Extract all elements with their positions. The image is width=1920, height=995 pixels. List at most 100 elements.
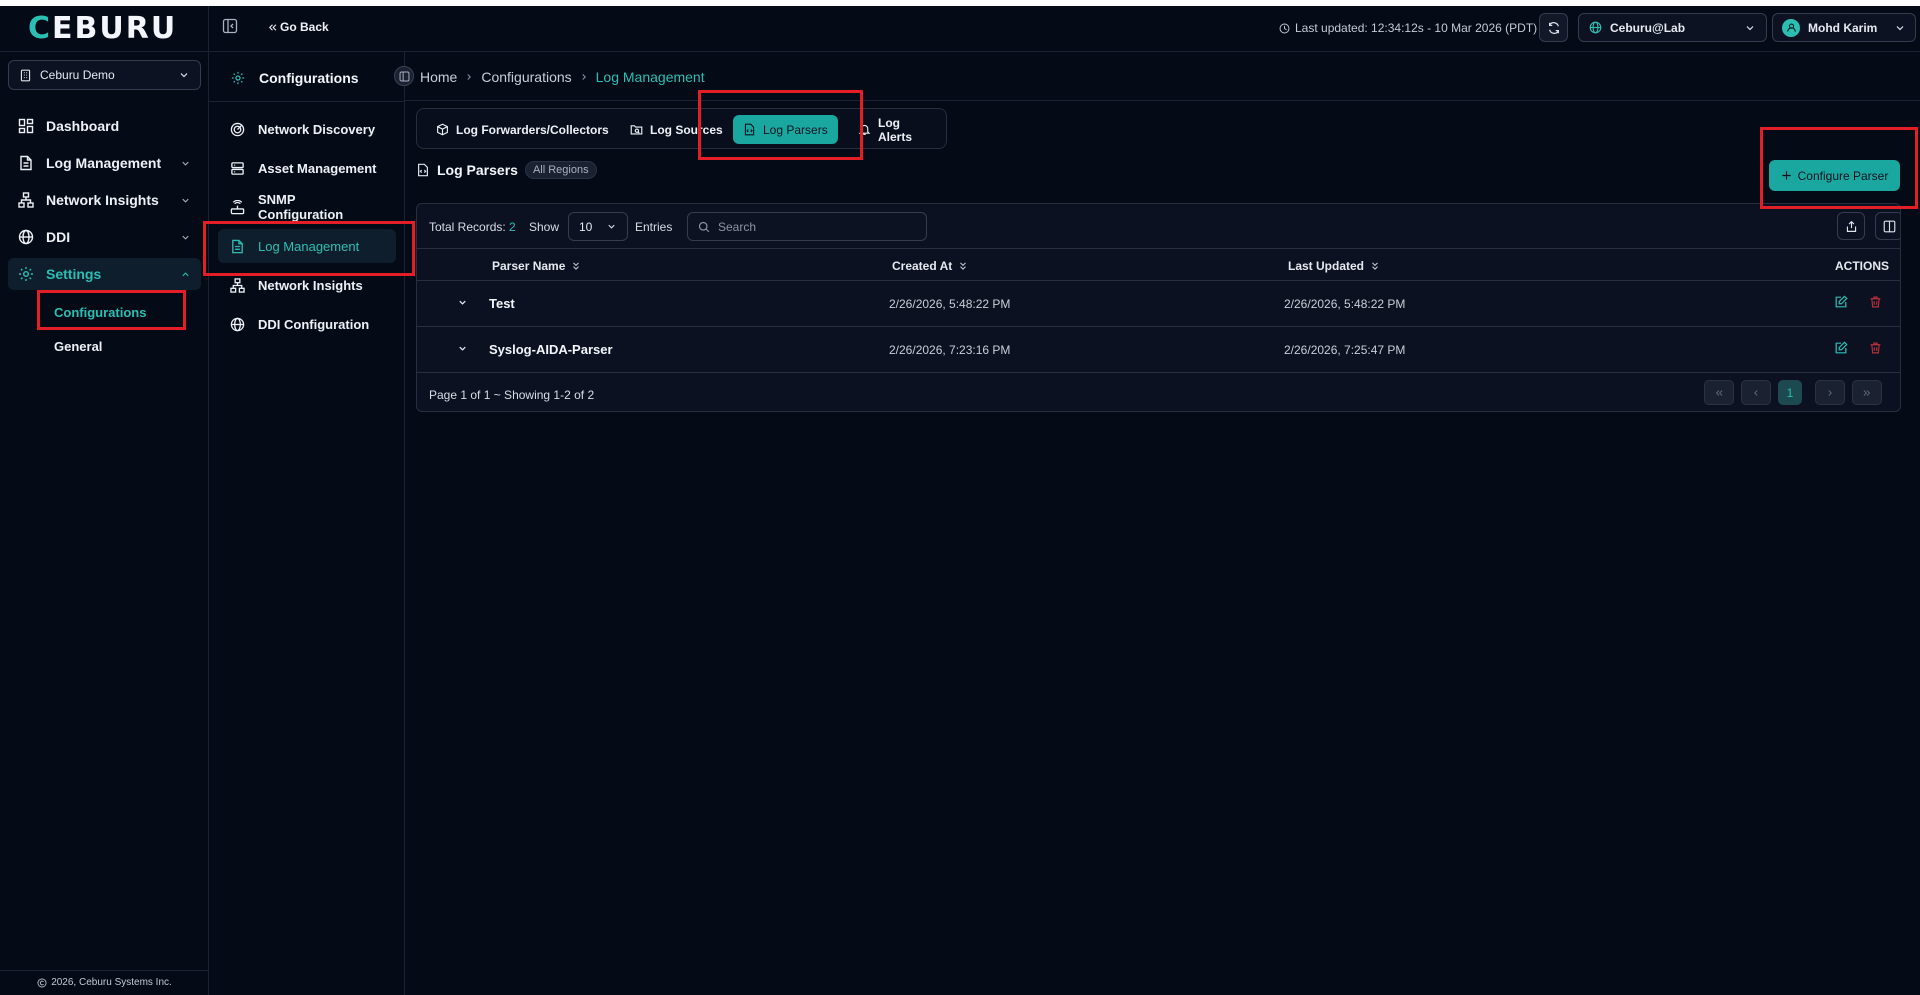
tab-label: Log Forwarders/Collectors xyxy=(456,122,609,137)
edit-icon[interactable] xyxy=(1834,341,1848,355)
dashboard-icon xyxy=(18,118,34,134)
config-item-label: DDI Configuration xyxy=(258,316,370,332)
copyright-icon xyxy=(37,978,47,988)
configure-parser-label: Configure Parser xyxy=(1797,168,1889,183)
chevron-right-icon xyxy=(579,72,589,82)
tenant-selector[interactable]: Ceburu@Lab xyxy=(1578,13,1767,42)
trash-icon[interactable] xyxy=(1869,295,1882,309)
column-header-actions: ACTIONS xyxy=(1835,259,1889,273)
config-item-network-insights[interactable]: Network Insights xyxy=(218,268,396,302)
first-page-button[interactable] xyxy=(1704,380,1734,405)
config-item-snmp-configuration[interactable]: SNMP Configuration xyxy=(218,190,396,224)
logo-rest-text: EBURU xyxy=(52,10,178,46)
parser-name: Syslog-AIDA-Parser xyxy=(489,342,613,357)
column-header-parser-name[interactable]: Parser Name xyxy=(492,259,581,273)
parsers-table-card: Total Records: 2 Show 10 Entries Search … xyxy=(416,203,1901,412)
columns-button[interactable] xyxy=(1875,212,1900,240)
folder-search-icon xyxy=(630,123,643,136)
globe-icon xyxy=(1589,21,1602,34)
edit-icon[interactable] xyxy=(1834,295,1848,309)
sidebar-item-dashboard[interactable]: Dashboard xyxy=(8,110,201,142)
next-page-button[interactable] xyxy=(1815,380,1845,405)
ceburu-logo[interactable]: C EBURU xyxy=(28,11,177,46)
expand-chevron-icon[interactable] xyxy=(457,297,468,308)
column-header-last-updated[interactable]: Last Updated xyxy=(1288,259,1380,273)
config-item-asset-management[interactable]: Asset Management xyxy=(218,151,396,185)
sort-icon xyxy=(958,261,968,271)
go-back-label: Go Back xyxy=(280,20,329,34)
config-item-log-management[interactable]: Log Management xyxy=(218,229,396,263)
last-updated: Last updated: 12:34:12s - 10 Mar 2026 (P… xyxy=(1279,21,1537,35)
last-updated-cell: 2/26/2026, 5:48:22 PM xyxy=(1284,297,1406,311)
panel-toggle-icon[interactable] xyxy=(394,66,414,86)
chevron-down-icon xyxy=(1894,22,1906,34)
config-item-ddi-configuration[interactable]: DDI Configuration xyxy=(218,307,396,341)
total-records-count: 2 xyxy=(509,220,516,234)
sidebar-toggle-icon[interactable] xyxy=(222,18,238,34)
refresh-button[interactable] xyxy=(1539,13,1568,42)
last-page-button[interactable] xyxy=(1852,380,1882,405)
tab-label: Log Parsers xyxy=(763,122,828,137)
sidebar-item-label: Network Insights xyxy=(46,192,159,208)
configurations-list: Network Discovery Asset Management SNMP … xyxy=(218,112,396,346)
configurations-panel: Configurations Network Discovery Asset M… xyxy=(209,52,405,995)
log-management-tabs: Log Forwarders/Collectors Log Sources Lo… xyxy=(416,108,947,149)
sidebar-item-network-insights[interactable]: Network Insights xyxy=(8,184,201,216)
share-icon xyxy=(1845,220,1858,233)
tab-log-forwarders[interactable]: Log Forwarders/Collectors xyxy=(426,115,619,144)
search-box[interactable] xyxy=(687,212,927,241)
section-header: Log Parsers All Regions xyxy=(416,161,597,179)
configurations-panel-title: Configurations xyxy=(259,70,359,86)
tab-log-sources[interactable]: Log Sources xyxy=(620,115,733,144)
config-item-network-discovery[interactable]: Network Discovery xyxy=(218,112,396,146)
breadcrumb-home[interactable]: Home xyxy=(420,69,457,85)
parser-name: Test xyxy=(489,296,515,311)
sidebar-item-settings[interactable]: Settings xyxy=(8,258,201,290)
breadcrumb: Home Configurations Log Management xyxy=(420,69,705,85)
sidebar-subitem-configurations[interactable]: Configurations xyxy=(54,295,201,329)
gear-icon xyxy=(231,71,245,85)
sidebar-nav: Dashboard Log Management Network Insight… xyxy=(8,110,201,363)
file-code-icon xyxy=(743,123,756,136)
sidebar-item-ddi[interactable]: DDI xyxy=(8,221,201,253)
table-header: Parser Name Created At Last Updated ACTI… xyxy=(417,249,1900,281)
go-back-button[interactable]: Go Back xyxy=(267,20,329,34)
tab-label: Log Sources xyxy=(650,122,723,137)
columns-icon xyxy=(1883,220,1896,233)
show-label: Show xyxy=(529,220,560,234)
user-menu[interactable]: Mohd Karim xyxy=(1772,13,1916,42)
configurations-panel-header: Configurations xyxy=(231,70,359,86)
trash-icon[interactable] xyxy=(1869,341,1882,355)
double-chevron-left-icon xyxy=(1714,388,1724,398)
prev-page-button[interactable] xyxy=(1741,380,1771,405)
sidebar-subitem-general[interactable]: General xyxy=(54,329,201,363)
chevron-down-icon xyxy=(1744,22,1756,34)
sidebar-item-label: Dashboard xyxy=(46,118,120,134)
sidebar-item-log-management[interactable]: Log Management xyxy=(8,147,201,179)
breadcrumb-configurations[interactable]: Configurations xyxy=(481,69,571,85)
expand-chevron-icon[interactable] xyxy=(457,343,468,354)
chevron-down-icon xyxy=(180,158,191,169)
server-icon xyxy=(230,161,245,176)
clock-icon xyxy=(1279,23,1290,34)
org-selector[interactable]: Ceburu Demo xyxy=(8,60,201,90)
page-size-select[interactable]: 10 xyxy=(568,212,628,241)
configure-parser-button[interactable]: Configure Parser xyxy=(1769,160,1900,191)
search-input[interactable] xyxy=(718,219,908,234)
gear-icon xyxy=(18,266,34,282)
sidebar-divider xyxy=(0,51,209,52)
table-row[interactable]: Syslog-AIDA-Parser 2/26/2026, 7:23:16 PM… xyxy=(417,327,1900,373)
column-header-created-at[interactable]: Created At xyxy=(892,259,968,273)
copyright-text: 2026, Ceburu Systems Inc. xyxy=(51,977,172,988)
building-icon xyxy=(19,69,32,82)
chevron-right-icon xyxy=(1825,388,1835,398)
network-icon xyxy=(18,192,34,208)
tab-log-parsers[interactable]: Log Parsers xyxy=(733,115,838,144)
table-row[interactable]: Test 2/26/2026, 5:48:22 PM 2/26/2026, 5:… xyxy=(417,281,1900,327)
table-toolbar: Total Records: 2 Show 10 Entries xyxy=(417,204,1900,249)
page-number-button[interactable]: 1 xyxy=(1778,380,1802,405)
last-updated-text: Last updated: 12:34:12s - 10 Mar 2026 (P… xyxy=(1295,21,1538,35)
tab-log-alerts[interactable]: Log Alerts xyxy=(848,115,946,144)
export-button[interactable] xyxy=(1837,212,1865,240)
sidebar-item-label: Log Management xyxy=(46,155,162,171)
